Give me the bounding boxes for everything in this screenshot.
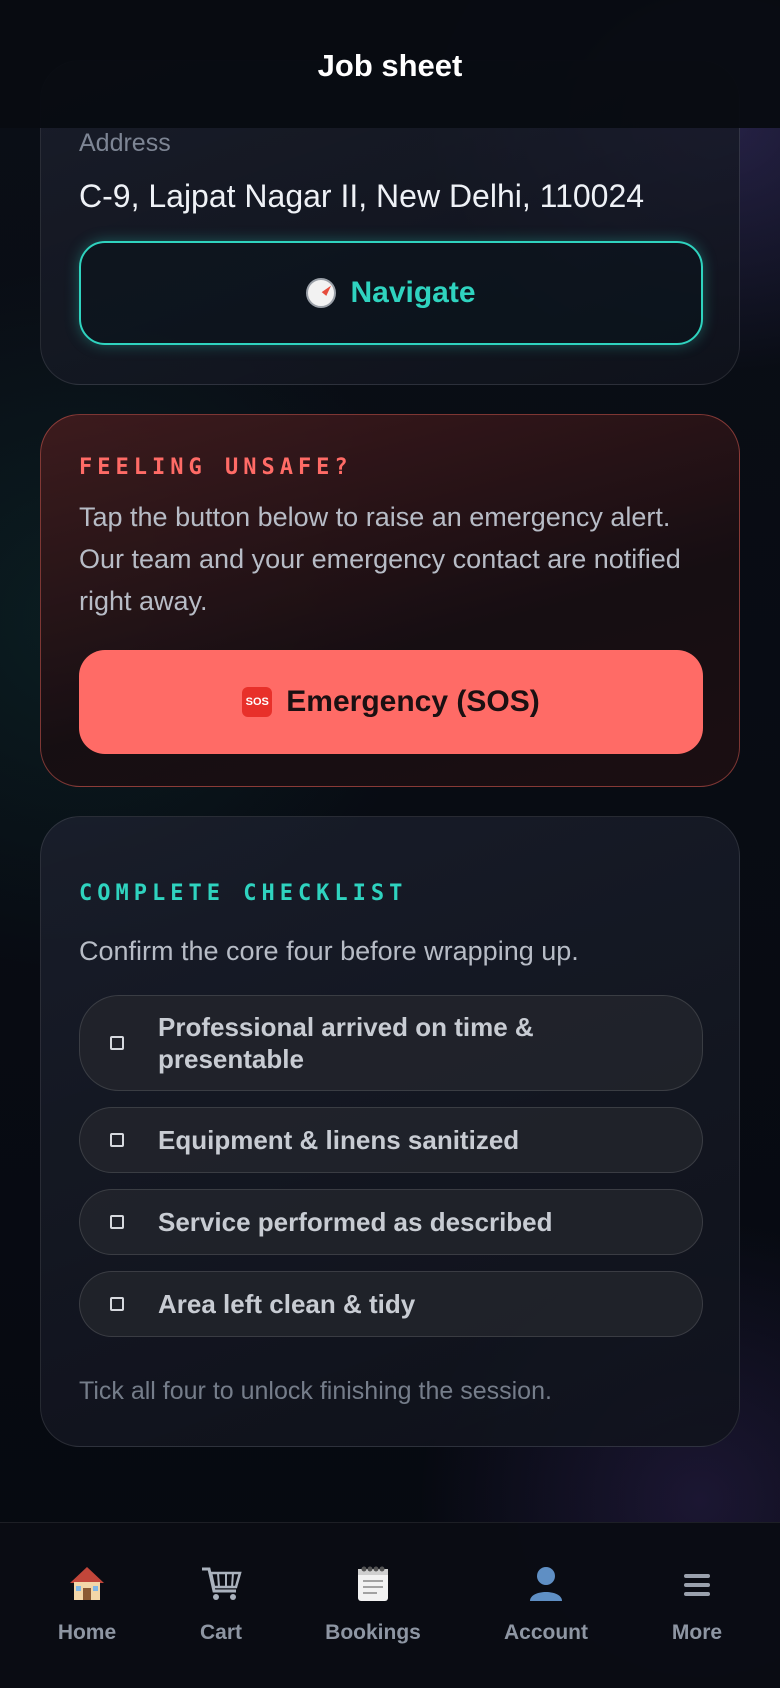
- sos-button[interactable]: SOS Emergency (SOS): [79, 650, 703, 754]
- navigate-label: Navigate: [350, 276, 476, 309]
- checklist-item-performed[interactable]: Service performed as described: [79, 1189, 703, 1255]
- checklist-item-arrived[interactable]: Professional arrived on time & presentab…: [79, 995, 703, 1091]
- emergency-description: Tap the button below to raise an emergen…: [79, 502, 681, 616]
- sos-icon: SOS: [242, 687, 273, 717]
- house-icon: [68, 1563, 106, 1607]
- nav-label: More: [671, 1621, 723, 1644]
- nav-label: Account: [504, 1621, 588, 1644]
- top-bar: Job sheet: [0, 0, 780, 128]
- menu-icon: [684, 1563, 710, 1607]
- checklist-item-label: Area left clean & tidy: [158, 1289, 416, 1319]
- user-icon: [526, 1563, 566, 1607]
- emergency-title: FEELING UNSAFE?: [79, 455, 353, 480]
- address-value: C-9, Lajpat Nagar II, New Delhi, 110024: [79, 178, 645, 214]
- checklist-item-label: Equipment & linens sanitized: [158, 1125, 520, 1155]
- checklist-item-sanitized[interactable]: Equipment & linens sanitized: [79, 1107, 703, 1173]
- nav-item-home[interactable]: Home: [17, 1563, 157, 1645]
- checklist-item-label: Professional arrived on time & presentab…: [158, 1012, 534, 1074]
- nav-label: Cart: [199, 1621, 242, 1644]
- checklist: Professional arrived on time & presentab…: [79, 995, 703, 1337]
- emergency-card: FEELING UNSAFE? Tap the button below to …: [40, 414, 740, 787]
- checkbox[interactable]: [110, 1215, 124, 1229]
- checklist-title: COMPLETE CHECKLIST: [79, 881, 408, 906]
- nav-label: Bookings: [325, 1621, 421, 1644]
- checkbox[interactable]: [110, 1036, 124, 1050]
- notepad-icon: [354, 1563, 392, 1607]
- checkbox[interactable]: [110, 1133, 124, 1147]
- cart-icon: [200, 1563, 242, 1607]
- checklist-item-label: Service performed as described: [158, 1207, 553, 1237]
- compass-icon: [306, 278, 337, 308]
- page-title: Job sheet: [317, 48, 463, 83]
- checklist-footer: Tick all four to unlock finishing the se…: [79, 1377, 552, 1405]
- address-label: Address: [79, 129, 171, 157]
- checkbox[interactable]: [110, 1297, 124, 1311]
- nav-item-more[interactable]: More: [627, 1563, 767, 1645]
- nav-item-bookings[interactable]: Bookings: [303, 1563, 443, 1645]
- checklist-subtitle: Confirm the core four before wrapping up…: [79, 936, 579, 966]
- sos-button-label: Emergency (SOS): [286, 685, 540, 718]
- nav-item-account[interactable]: Account: [476, 1563, 616, 1645]
- checklist-item-clean[interactable]: Area left clean & tidy: [79, 1271, 703, 1337]
- nav-label: Home: [57, 1621, 117, 1644]
- navigate-button[interactable]: Navigate: [79, 241, 703, 345]
- bottom-nav: Home Cart Bookings Account More: [0, 1522, 780, 1688]
- nav-item-cart[interactable]: Cart: [151, 1563, 291, 1645]
- checklist-card: COMPLETE CHECKLIST Confirm the core four…: [40, 816, 740, 1447]
